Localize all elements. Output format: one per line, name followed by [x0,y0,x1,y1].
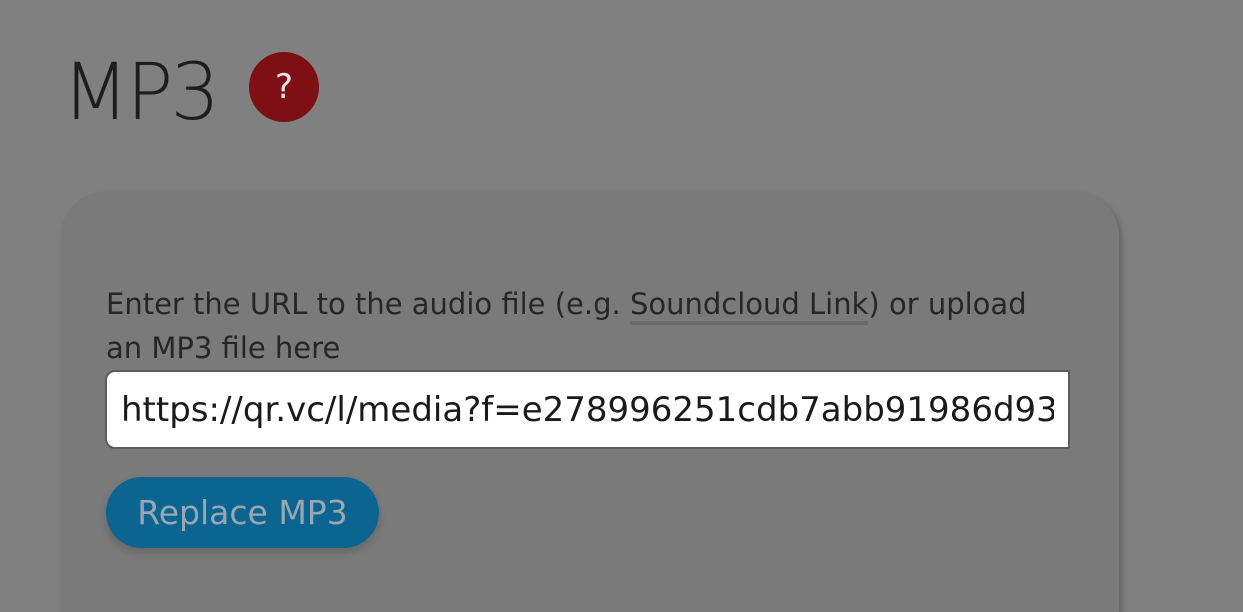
soundcloud-link[interactable]: Soundcloud Link [629,287,869,325]
question-mark-icon[interactable]: ? [249,52,319,122]
page-title: MP3 [62,48,220,138]
audio-url-input[interactable] [105,370,1070,449]
instructions-before: Enter the URL to the audio file (e.g. [106,287,630,321]
help-symbol: ? [274,67,294,107]
replace-mp3-button[interactable]: Replace MP3 [106,477,379,548]
instructions-text: Enter the URL to the audio file (e.g. So… [106,282,1066,370]
page-title-row: MP3 [62,48,220,138]
